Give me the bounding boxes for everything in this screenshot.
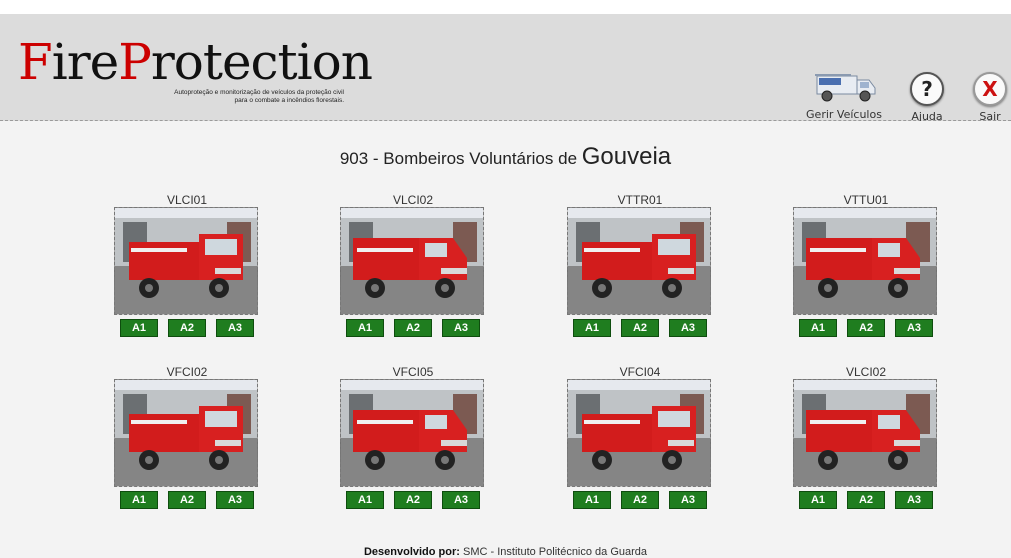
vehicle-name: VLCI01 [166,193,208,207]
close-icon: X [973,72,1007,106]
help-button[interactable]: ? Ajuda [904,72,950,123]
page-title-prefix: 903 - Bombeiros Voluntários de [339,149,578,168]
manage-vehicles-label: Gerir Veículos [806,108,882,121]
action-button-a2[interactable]: A2 [847,319,885,337]
vehicle-card: VLCI02 A1 A2 A3 [793,365,939,509]
action-button-a3[interactable]: A3 [669,319,707,337]
action-button-a1[interactable]: A1 [346,491,384,509]
exit-button[interactable]: X Sair [970,72,1010,123]
action-button-a3[interactable]: A3 [669,491,707,509]
action-button-a1[interactable]: A1 [573,491,611,509]
vehicle-photo[interactable] [114,207,258,315]
fire-truck-photo [568,208,710,314]
footer-label: Desenvolvido por: [363,546,460,558]
vehicle-photo[interactable] [793,207,937,315]
footer: Desenvolvido por: SMC - Instituto Polité… [0,546,1011,558]
vehicle-actions: A1 A2 A3 [799,491,933,509]
action-button-a1[interactable]: A1 [799,319,837,337]
action-button-a1[interactable]: A1 [120,491,158,509]
vehicle-card: VTTU01 A1 A2 A3 [793,193,939,337]
logo-subtitle-line2: para o combate a incêndios florestais. [234,97,344,104]
fire-truck-photo [115,380,257,486]
logo-subtitle-line1: Autoproteção e monitorização de veículos… [174,89,344,96]
vehicle-card: VFCI04 A1 A2 A3 [567,365,713,509]
fire-truck-photo [794,380,936,486]
vehicle-actions: A1 A2 A3 [120,491,254,509]
vehicle-card: VFCI02 A1 A2 A3 [114,365,260,509]
action-button-a2[interactable]: A2 [621,491,659,509]
top-strip [0,0,1011,14]
manage-vehicles-button[interactable]: Gerir Veículos [802,72,886,121]
site-header: FireProtection Autoproteção e monitoriza… [0,14,1011,123]
action-button-a1[interactable]: A1 [120,319,158,337]
page-title: 903 - Bombeiros Voluntários de Gouveia [0,143,1011,171]
vehicle-card: VLCI02 A1 A2 A3 [340,193,486,337]
fire-truck-photo [341,208,483,314]
action-button-a1[interactable]: A1 [573,319,611,337]
logo[interactable]: FireProtection Autoproteção e monitoriza… [18,34,373,105]
fire-truck-icon [815,74,876,102]
vehicle-photo[interactable] [340,207,484,315]
fire-truck-photo [794,208,936,314]
vehicle-actions: A1 A2 A3 [346,319,480,337]
vehicle-actions: A1 A2 A3 [573,491,707,509]
vehicle-card: VFCI05 A1 A2 A3 [340,365,486,509]
vehicle-photo[interactable] [567,207,711,315]
vehicle-card: VLCI01 A1 A2 A3 [114,193,260,337]
logo-subtitle: Autoproteção e monitorização de veículos… [174,89,344,105]
question-icon: ? [910,72,944,106]
vehicle-name: VTTU01 [843,193,889,207]
action-button-a3[interactable]: A3 [216,491,254,509]
action-button-a3[interactable]: A3 [895,491,933,509]
vehicle-actions: A1 A2 A3 [573,319,707,337]
page-title-city: Gouveia [581,143,672,170]
logo-part2-rest: rotection [150,33,373,91]
vehicle-photo[interactable] [567,379,711,487]
action-button-a2[interactable]: A2 [847,491,885,509]
vehicle-photo[interactable] [793,379,937,487]
action-button-a2[interactable]: A2 [394,319,432,337]
vehicle-photo[interactable] [340,379,484,487]
vehicle-name: VFCI05 [392,365,434,379]
fire-truck-photo [568,380,710,486]
vehicle-name: VFCI04 [619,365,661,379]
fire-truck-photo [115,208,257,314]
logo-wordmark: FireProtection [18,33,373,91]
footer-text: SMC - Instituto Politécnico da Guarda [463,546,648,558]
vehicle-photo[interactable] [114,379,258,487]
action-button-a2[interactable]: A2 [621,319,659,337]
fire-truck-photo [341,380,483,486]
action-button-a1[interactable]: A1 [346,319,384,337]
action-button-a3[interactable]: A3 [216,319,254,337]
action-button-a3[interactable]: A3 [442,491,480,509]
action-button-a2[interactable]: A2 [168,491,206,509]
vehicle-actions: A1 A2 A3 [799,319,933,337]
vehicle-name: VTTR01 [617,193,663,207]
action-button-a2[interactable]: A2 [168,319,206,337]
vehicle-name: VLCI02 [845,365,887,379]
action-button-a3[interactable]: A3 [895,319,933,337]
action-button-a3[interactable]: A3 [442,319,480,337]
vehicle-actions: A1 A2 A3 [346,491,480,509]
vehicle-card: VTTR01 A1 A2 A3 [567,193,713,337]
action-button-a1[interactable]: A1 [799,491,837,509]
vehicle-name: VFCI02 [166,365,208,379]
action-button-a2[interactable]: A2 [394,491,432,509]
vehicle-actions: A1 A2 A3 [120,319,254,337]
vehicle-name: VLCI02 [392,193,434,207]
logo-part1-rest: ire [51,33,119,91]
